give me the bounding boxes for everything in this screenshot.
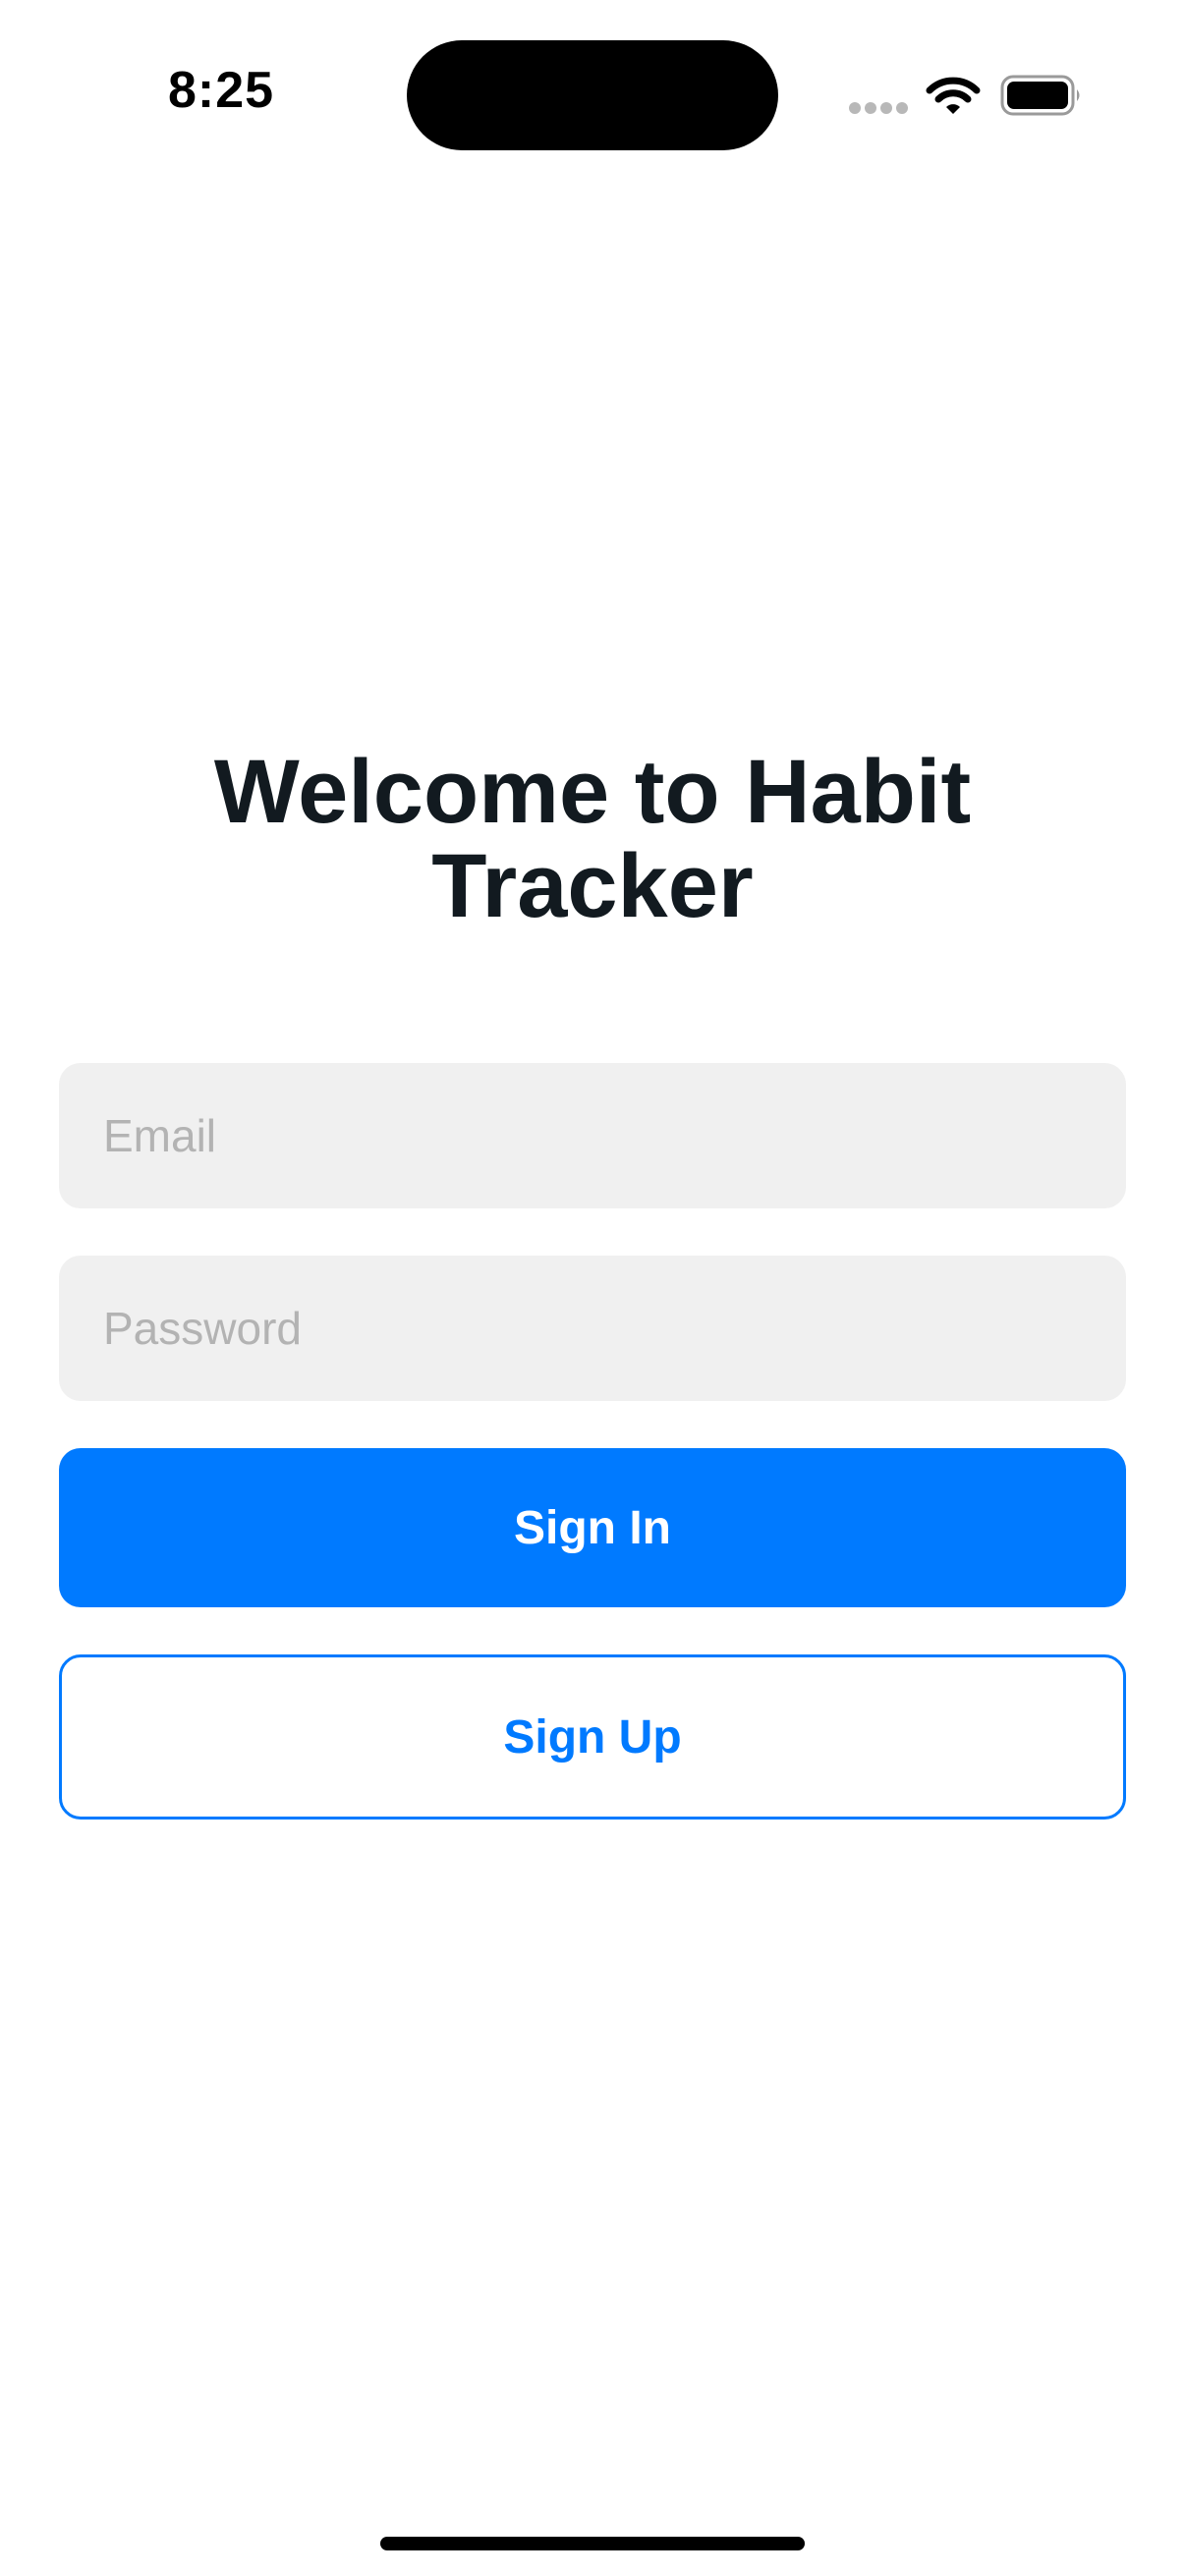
sign-up-label: Sign Up [503, 1710, 682, 1764]
email-input[interactable] [59, 1063, 1126, 1208]
wifi-icon [926, 77, 981, 114]
dynamic-island [407, 40, 778, 150]
sign-in-button[interactable]: Sign In [59, 1448, 1126, 1607]
cellular-dots-icon [849, 102, 910, 116]
password-field[interactable] [59, 1256, 1126, 1401]
page-title: Welcome to Habit Tracker [213, 742, 972, 936]
email-field[interactable] [59, 1063, 1126, 1208]
sign-up-button[interactable]: Sign Up [59, 1654, 1126, 1820]
password-input[interactable] [59, 1256, 1126, 1401]
home-indicator[interactable] [380, 2537, 805, 2550]
sign-in-label: Sign In [514, 1501, 671, 1554]
battery-icon [1000, 75, 1080, 116]
status-time: 8:25 [167, 62, 275, 119]
